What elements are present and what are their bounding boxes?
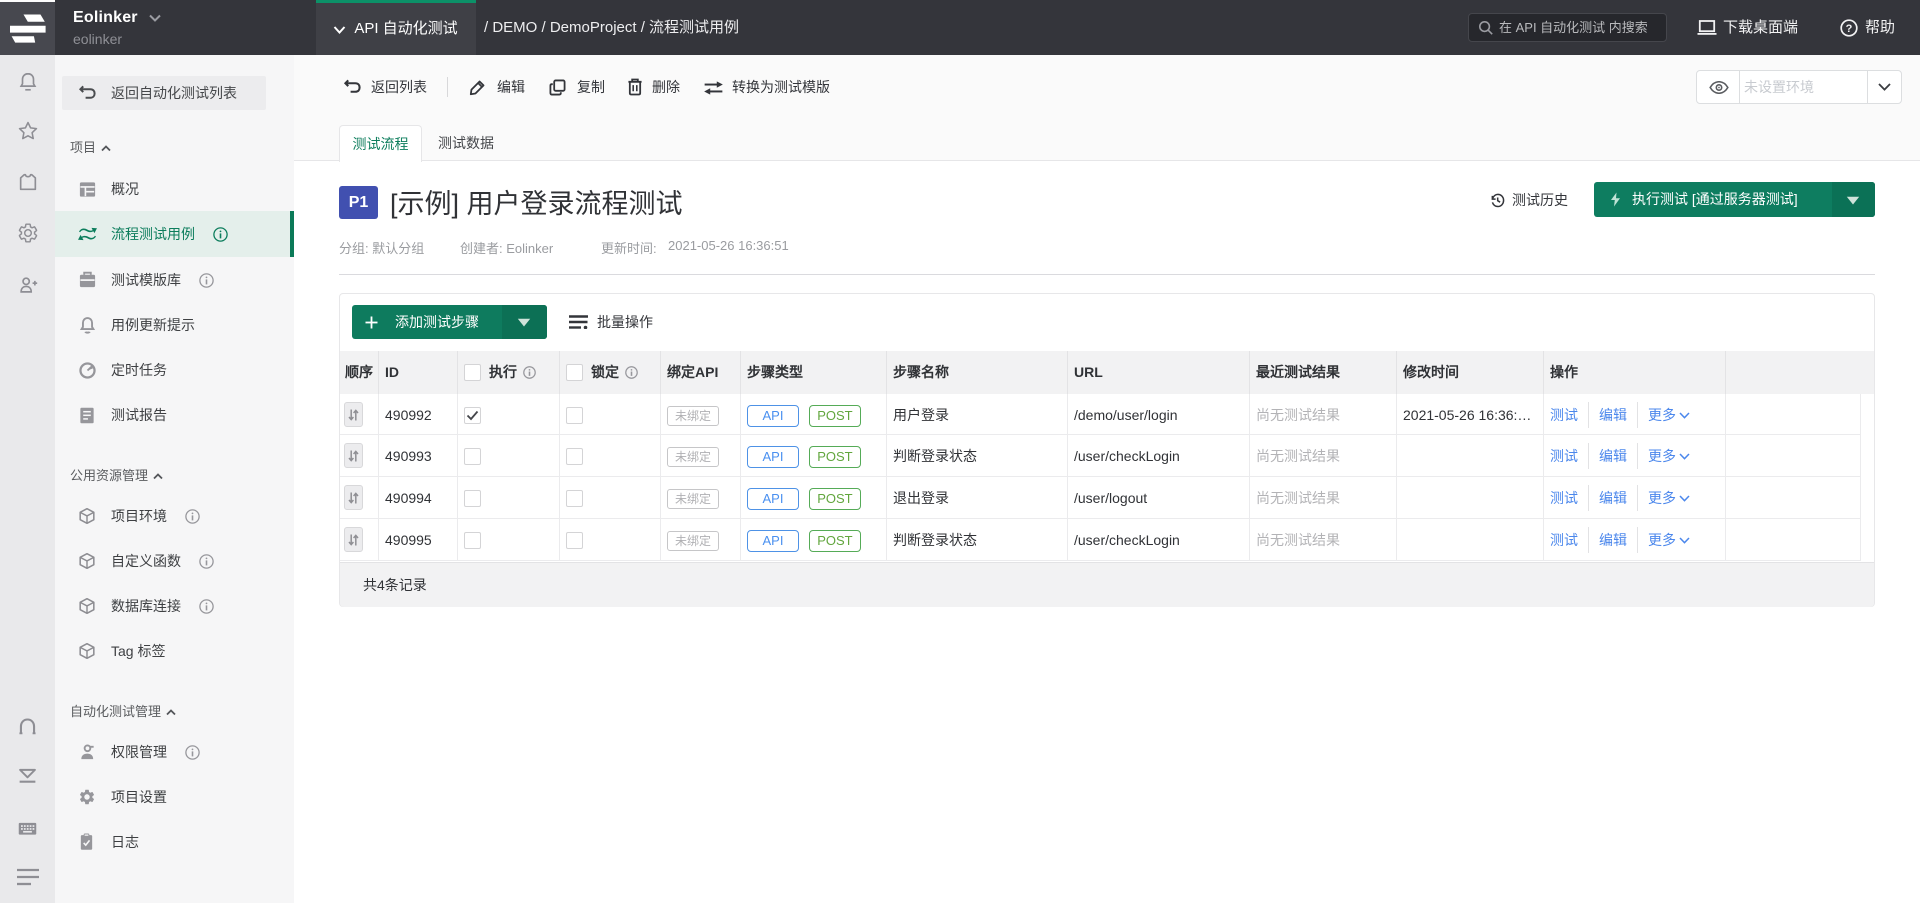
svg-text:?: ? xyxy=(1846,23,1853,35)
